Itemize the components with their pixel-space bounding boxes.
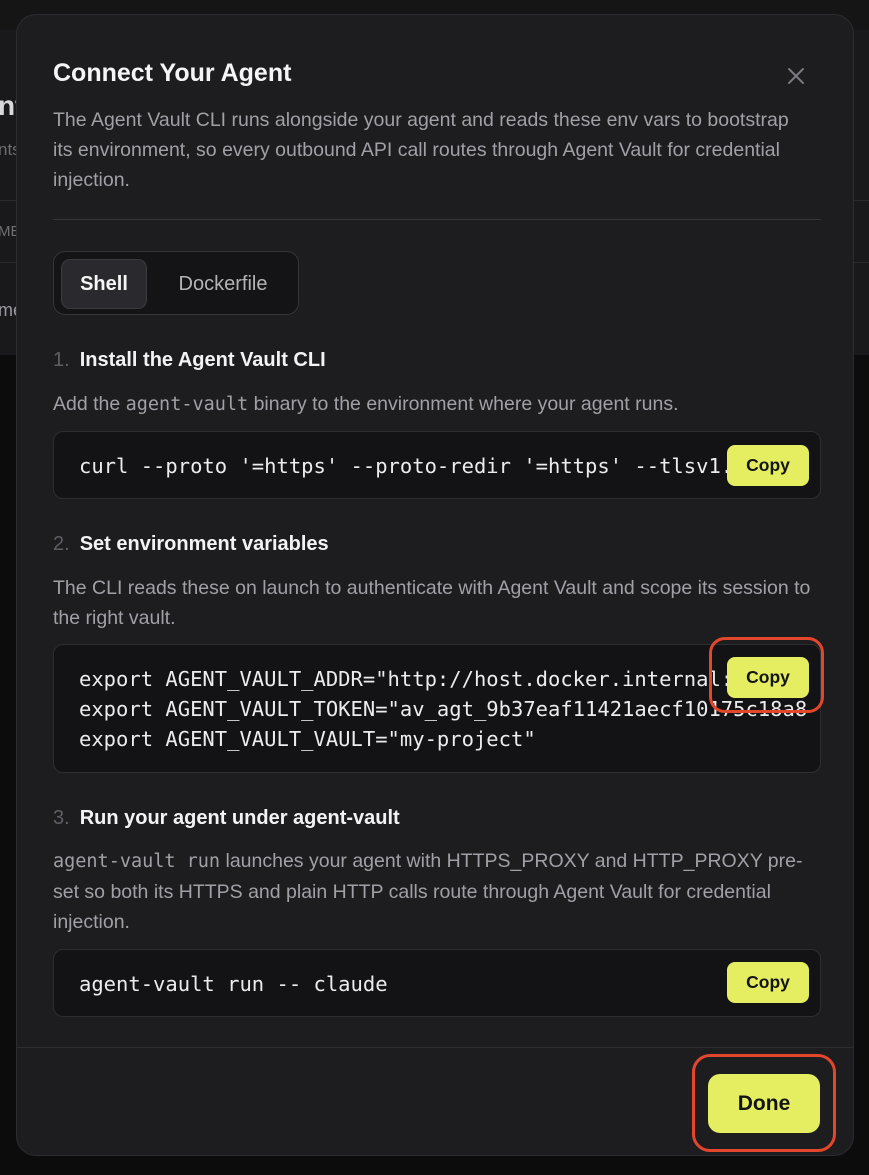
step-1-heading: 1. Install the Agent Vault CLI [53, 349, 326, 372]
step-3-description: agent-vault run launches your agent with… [53, 846, 821, 937]
step-1-number: 1. [53, 349, 70, 371]
install-code-block: curl --proto '=https' --proto-redir '=ht… [53, 431, 821, 499]
env-line-addr: export AGENT_VAULT_ADDR="http://host.doc… [79, 667, 808, 691]
close-icon-glyph [788, 68, 804, 84]
step-2-heading: 2. Set environment variables [53, 533, 329, 556]
step-1-desc-text-end: binary to the environment where your age… [248, 393, 679, 415]
step-1-description: Add the agent-vault binary to the enviro… [53, 389, 821, 420]
step-3-title: Run your agent under agent-vault [79, 807, 400, 829]
tab-shell[interactable]: Shell [61, 259, 147, 309]
env-line-token: export AGENT_VAULT_TOKEN="av_agt_9b37eaf… [79, 697, 808, 721]
step-1-desc-text: Add the [53, 393, 126, 415]
step-3-number: 3. [53, 807, 70, 829]
step-2-number: 2. [53, 533, 70, 555]
step-2-title: Set environment variables [79, 533, 329, 555]
connect-agent-modal: Connect Your Agent The Agent Vault CLI r… [16, 14, 854, 1156]
step-1-title: Install the Agent Vault CLI [79, 349, 326, 371]
step-2-description: The CLI reads these on launch to authent… [53, 577, 811, 629]
env-line-vault: export AGENT_VAULT_VAULT="my-project" [79, 727, 536, 751]
copy-install-button[interactable]: Copy [727, 445, 809, 486]
done-button[interactable]: Done [708, 1074, 820, 1133]
header-divider [53, 219, 821, 220]
step-3-desc-code: agent-vault run [53, 851, 221, 872]
run-command: agent-vault run -- claude [79, 972, 388, 996]
install-command: curl --proto '=https' --proto-redir '=ht… [79, 454, 808, 478]
modal-description: The Agent Vault CLI runs alongside your … [53, 109, 789, 191]
footer-divider [17, 1047, 853, 1048]
tab-dockerfile[interactable]: Dockerfile [158, 259, 288, 309]
env-code-block: export AGENT_VAULT_ADDR="http://host.doc… [53, 644, 821, 773]
copy-run-button[interactable]: Copy [727, 962, 809, 1003]
copy-env-button[interactable]: Copy [727, 657, 809, 698]
close-icon[interactable] [783, 63, 809, 89]
step-3-heading: 3. Run your agent under agent-vault [53, 807, 400, 830]
run-code-block: agent-vault run -- claude Copy [53, 949, 821, 1017]
step-1-desc-code: agent-vault [125, 394, 249, 415]
modal-title: Connect Your Agent [53, 59, 292, 87]
tab-group: Shell Dockerfile [53, 251, 299, 315]
